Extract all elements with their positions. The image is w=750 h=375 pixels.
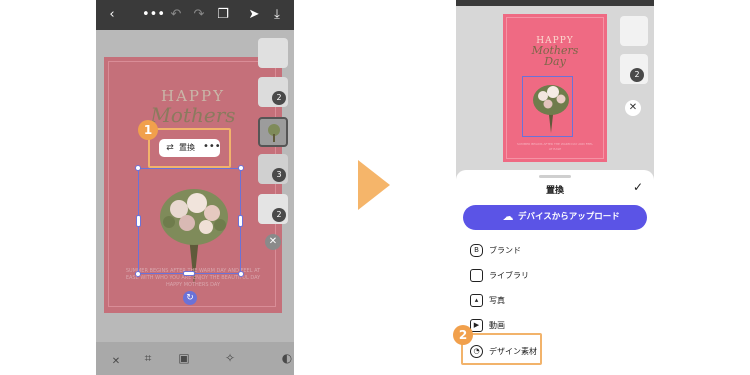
step-badge: 2 (453, 325, 473, 345)
crop-icon[interactable]: ⌗ (140, 350, 156, 366)
menu-item-label: 動画 (489, 321, 505, 330)
status-bar (456, 0, 654, 6)
upload-button-label: デバイスからアップロード (518, 212, 620, 222)
resize-handle[interactable] (238, 165, 244, 171)
replace-button[interactable]: 置換 (179, 142, 195, 154)
more-dots-icon[interactable]: ••• (203, 140, 221, 154)
replace-popup: ⇄ 置換 ••• (159, 139, 221, 157)
bouquet-thumb-icon (268, 124, 280, 142)
resize-handle[interactable] (238, 215, 243, 227)
selection-frame[interactable] (135, 165, 244, 277)
close-icon[interactable]: ✕ (265, 234, 281, 250)
resize-handle[interactable] (238, 271, 244, 277)
count-badge: 2 (272, 91, 286, 105)
page-thumbnail[interactable] (258, 38, 288, 68)
resize-handle[interactable] (135, 165, 141, 171)
resize-handle[interactable] (136, 215, 141, 227)
card-body-text: SUMMER BEGINS AFTER THE WARM DAY AND FEE… (517, 142, 593, 151)
count-badge: 2 (272, 208, 286, 222)
brand-icon: B (470, 244, 483, 257)
close-icon[interactable]: ✕ (108, 354, 124, 370)
menu-item-label: ライブラリ (489, 271, 529, 280)
folder-icon (470, 269, 483, 282)
photo-icon: ▴ (470, 294, 483, 307)
page-thumbnail[interactable]: 2 (620, 54, 648, 84)
more-dots-icon[interactable]: ••• (142, 7, 165, 23)
page-thumbnail[interactable] (620, 16, 648, 46)
effects-icon[interactable]: ✧ (222, 350, 238, 366)
resize-handle[interactable] (135, 271, 141, 277)
card-script-line: Day (544, 55, 566, 68)
count-badge: 2 (630, 68, 644, 82)
bouquet-image[interactable] (530, 80, 572, 134)
count-badge: 3 (272, 168, 286, 182)
editor-top-toolbar: ‹ ••• ↶ ↷ ❐ ➤ ⤓ (96, 0, 294, 30)
menu-item-library[interactable]: ライブラリ (470, 267, 620, 285)
send-icon[interactable]: ➤ (246, 7, 262, 23)
sheet-title: 置換 (545, 186, 564, 196)
menu-item-label: 写真 (489, 296, 505, 305)
upload-from-device-button[interactable]: ☁ デバイスからアップロード (463, 205, 647, 230)
card-script-title: Mothers (150, 103, 236, 127)
image-icon[interactable]: ▣ (176, 350, 192, 366)
adjust-icon[interactable]: ◐ (279, 350, 295, 366)
highlight-box (461, 333, 542, 365)
sheet-drag-handle[interactable] (539, 175, 571, 178)
card-script-title: Mothers Day (503, 45, 607, 67)
page-thumbnail[interactable]: 3 (258, 154, 288, 184)
page-thumbnail[interactable]: 2 (258, 77, 288, 107)
layers-icon[interactable]: ❐ (215, 7, 231, 23)
menu-item-brand[interactable]: B ブランド (470, 242, 620, 260)
page-thumbnail[interactable]: 2 (258, 194, 288, 224)
resize-handle[interactable] (183, 271, 195, 276)
back-chevron-icon[interactable]: ‹ (104, 7, 120, 23)
undo-icon[interactable]: ↶ (168, 7, 184, 23)
redo-icon[interactable]: ↷ (191, 7, 207, 23)
check-icon[interactable]: ✓ (631, 180, 645, 194)
rotate-icon[interactable]: ↻ (183, 291, 197, 305)
step-badge: 1 (138, 120, 158, 140)
menu-item-label: ブランド (489, 246, 521, 255)
download-icon[interactable]: ⤓ (269, 7, 285, 23)
editor-bottom-toolbar: ✕ ⌗ ▣ ✧ ◐ (96, 342, 294, 375)
cloud-upload-icon: ☁ (502, 210, 514, 223)
page-thumbnail-selected[interactable] (258, 117, 288, 147)
menu-item-photos[interactable]: ▴ 写真 (470, 292, 620, 310)
transition-arrow (358, 160, 390, 210)
replace-icon[interactable]: ⇄ (164, 142, 176, 154)
close-icon[interactable]: ✕ (625, 100, 641, 116)
